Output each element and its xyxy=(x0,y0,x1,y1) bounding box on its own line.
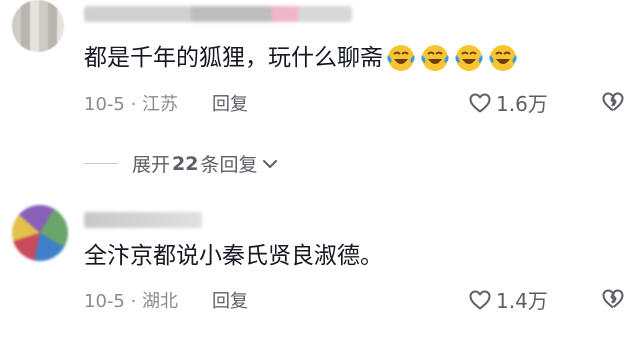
comment-text: 都是千年的狐狸，玩什么聊斋 xyxy=(84,42,519,74)
comment-meta: 10-5 · 湖北 回复 xyxy=(84,287,248,313)
dislike-button[interactable] xyxy=(601,287,625,315)
expand-replies-button[interactable]: 展开 22 条回复 xyxy=(84,150,279,177)
username-blurred[interactable] xyxy=(84,6,352,22)
reply-button[interactable]: 回复 xyxy=(212,90,248,116)
like-button[interactable]: 1.4万 xyxy=(468,285,548,314)
like-button[interactable]: 1.6万 xyxy=(468,88,548,117)
avatar[interactable] xyxy=(12,0,64,52)
comment-meta: 10-5 · 江苏 回复 xyxy=(84,90,248,116)
laughing-tears-emoji-icon xyxy=(455,45,483,71)
reply-button[interactable]: 回复 xyxy=(212,287,248,313)
laughing-tears-emoji-icon xyxy=(387,45,415,71)
avatar[interactable] xyxy=(12,205,68,261)
expand-prefix: 展开 xyxy=(132,154,171,176)
broken-heart-icon xyxy=(602,289,624,309)
broken-heart-icon xyxy=(602,92,624,112)
divider-line xyxy=(84,163,118,164)
comment-text: 全汴京都说小秦氏贤良淑德。 xyxy=(84,240,383,272)
like-count: 1.6万 xyxy=(496,92,548,116)
like-count: 1.4万 xyxy=(496,289,548,313)
laughing-tears-emoji-icon xyxy=(489,45,517,71)
reply-count: 22 xyxy=(172,152,199,175)
date-location: 10-5 · 湖北 xyxy=(84,291,179,312)
date-location: 10-5 · 江苏 xyxy=(84,94,179,115)
comment-body: 全汴京都说小秦氏贤良淑德。 xyxy=(84,243,383,269)
comment-body: 都是千年的狐狸，玩什么聊斋 xyxy=(84,45,383,71)
dislike-button[interactable] xyxy=(601,90,625,118)
chevron-down-icon xyxy=(263,159,278,168)
username-blurred[interactable] xyxy=(84,212,202,228)
expand-suffix: 条回复 xyxy=(200,154,258,176)
laughing-tears-emoji-icon xyxy=(421,45,449,71)
heart-outline-icon xyxy=(469,290,491,309)
heart-outline-icon xyxy=(469,93,491,112)
